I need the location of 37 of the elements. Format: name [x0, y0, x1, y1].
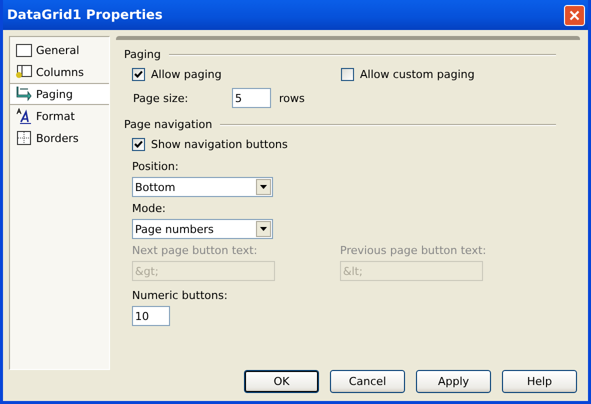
columns-icon — [16, 65, 32, 79]
checkbox[interactable] — [132, 138, 145, 151]
sidebar-item[interactable]: Columns — [10, 61, 109, 83]
numeric-field[interactable]: 10 — [132, 306, 170, 326]
sidebar-item[interactable]: Paging — [10, 83, 109, 105]
field-label: Previous page button text: — [340, 244, 488, 257]
field-label: Next page button text: — [132, 244, 258, 257]
checkbox[interactable] — [132, 68, 145, 81]
dialog-button[interactable]: Cancel — [330, 370, 405, 393]
section-heading: Page navigation — [124, 118, 212, 131]
checkbox-label: Show navigation buttons — [151, 138, 288, 151]
close-icon[interactable] — [564, 4, 585, 26]
unit-label: rows — [279, 92, 305, 104]
checkbox-label: Allow paging — [151, 68, 222, 81]
font-icon — [16, 108, 32, 124]
field-label: Numeric buttons: — [132, 289, 229, 302]
dropdown-arrow-icon — [260, 227, 267, 231]
dialog-button[interactable]: Apply — [416, 370, 491, 393]
borders-icon — [16, 131, 30, 145]
window-icon — [16, 44, 32, 56]
dropdown[interactable]: Bottom — [132, 177, 273, 197]
dialog-button[interactable]: Help — [502, 370, 577, 393]
dropdown[interactable]: Page numbers — [132, 219, 273, 239]
field-label: Mode: — [132, 202, 167, 215]
checkbox-label: Allow custom paging — [360, 68, 475, 81]
window-title: DataGrid1 Properties — [7, 8, 163, 22]
sidebar-item[interactable]: Borders — [10, 127, 109, 149]
sidebar-item[interactable]: General — [10, 39, 109, 61]
sidebar-item[interactable]: Format — [10, 105, 109, 127]
dropdown-arrow-icon — [260, 185, 267, 189]
section-heading: Paging — [124, 48, 161, 61]
dialog-button[interactable]: OK — [244, 370, 319, 393]
checkbox[interactable] — [341, 68, 354, 81]
field-label: Page size: — [133, 92, 190, 104]
field-label: Position: — [132, 160, 180, 173]
page-size-field[interactable]: 5 — [232, 88, 271, 108]
arrows-icon — [16, 86, 32, 102]
